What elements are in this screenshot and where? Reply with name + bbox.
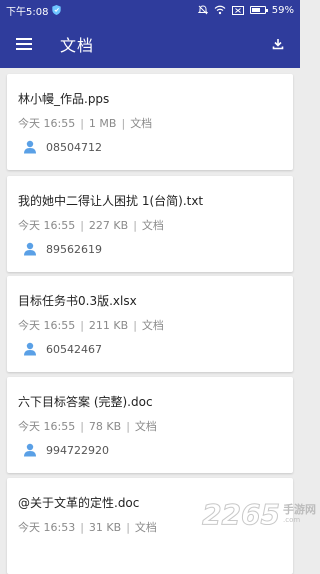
no-sim-icon: [232, 6, 244, 15]
watermark-number: 2265: [202, 498, 280, 531]
wifi-icon: [214, 5, 226, 15]
document-meta: 今天 16:55|78 KB|文档: [18, 418, 282, 434]
watermark-domain: .com: [283, 517, 316, 524]
shield-icon: [52, 5, 61, 15]
document-name: 目标任务书0.3版.xlsx: [18, 292, 282, 310]
document-date: 今天 16:55: [18, 319, 75, 332]
document-name: 六下目标答案 (完整).doc: [18, 393, 282, 411]
document-owner: 994722920: [18, 443, 282, 457]
document-size: 31 KB: [89, 521, 121, 534]
document-type: 文档: [135, 521, 157, 534]
document-date: 今天 16:55: [18, 219, 75, 232]
document-owner: 60542467: [18, 342, 282, 356]
person-icon: [23, 342, 37, 356]
document-date: 今天 16:55: [18, 117, 75, 130]
mute-icon: [198, 5, 208, 15]
document-name: 林小幔_作品.pps: [18, 90, 282, 108]
download-button[interactable]: [256, 20, 300, 68]
document-type: 文档: [130, 117, 152, 130]
document-type: 文档: [135, 420, 157, 433]
battery-percent: 59%: [272, 5, 294, 16]
person-icon: [23, 242, 37, 256]
menu-button[interactable]: [0, 20, 48, 68]
document-card[interactable]: 我的她中二得让人困扰 1(台简).txt 今天 16:55|227 KB|文档 …: [7, 176, 293, 272]
download-icon: [272, 38, 284, 50]
document-card[interactable]: 林小幔_作品.pps 今天 16:55|1 MB|文档 08504712: [7, 74, 293, 170]
page-title: 文档: [60, 32, 94, 56]
app-bar: 文档: [0, 20, 300, 68]
document-size: 1 MB: [89, 117, 117, 130]
document-owner: 89562619: [18, 242, 282, 256]
menu-icon: [16, 38, 32, 50]
document-name: 我的她中二得让人困扰 1(台简).txt: [18, 192, 282, 210]
owner-id: 89562619: [46, 243, 102, 256]
watermark-cn: 手游网: [283, 504, 316, 515]
document-size: 211 KB: [89, 319, 128, 332]
battery-icon: [250, 6, 266, 14]
document-owner: 08504712: [18, 140, 282, 154]
owner-id: 60542467: [46, 343, 102, 356]
document-type: 文档: [142, 219, 164, 232]
document-meta: 今天 16:55|1 MB|文档: [18, 115, 282, 131]
status-time: 下午5:08: [6, 3, 48, 18]
owner-id: 994722920: [46, 444, 109, 457]
document-date: 今天 16:55: [18, 420, 75, 433]
person-icon: [23, 140, 37, 154]
document-size: 78 KB: [89, 420, 121, 433]
owner-id: 08504712: [46, 141, 102, 154]
document-size: 227 KB: [89, 219, 128, 232]
document-type: 文档: [142, 319, 164, 332]
status-bar: 下午5:08 59%: [0, 0, 300, 20]
document-date: 今天 16:53: [18, 521, 75, 534]
document-card[interactable]: 六下目标答案 (完整).doc 今天 16:55|78 KB|文档 994722…: [7, 377, 293, 473]
document-meta: 今天 16:55|227 KB|文档: [18, 217, 282, 233]
document-meta: 今天 16:55|211 KB|文档: [18, 317, 282, 333]
person-icon: [23, 443, 37, 457]
watermark-logo: 2265 手游网 .com: [202, 497, 316, 531]
document-card[interactable]: 目标任务书0.3版.xlsx 今天 16:55|211 KB|文档 605424…: [7, 276, 293, 372]
